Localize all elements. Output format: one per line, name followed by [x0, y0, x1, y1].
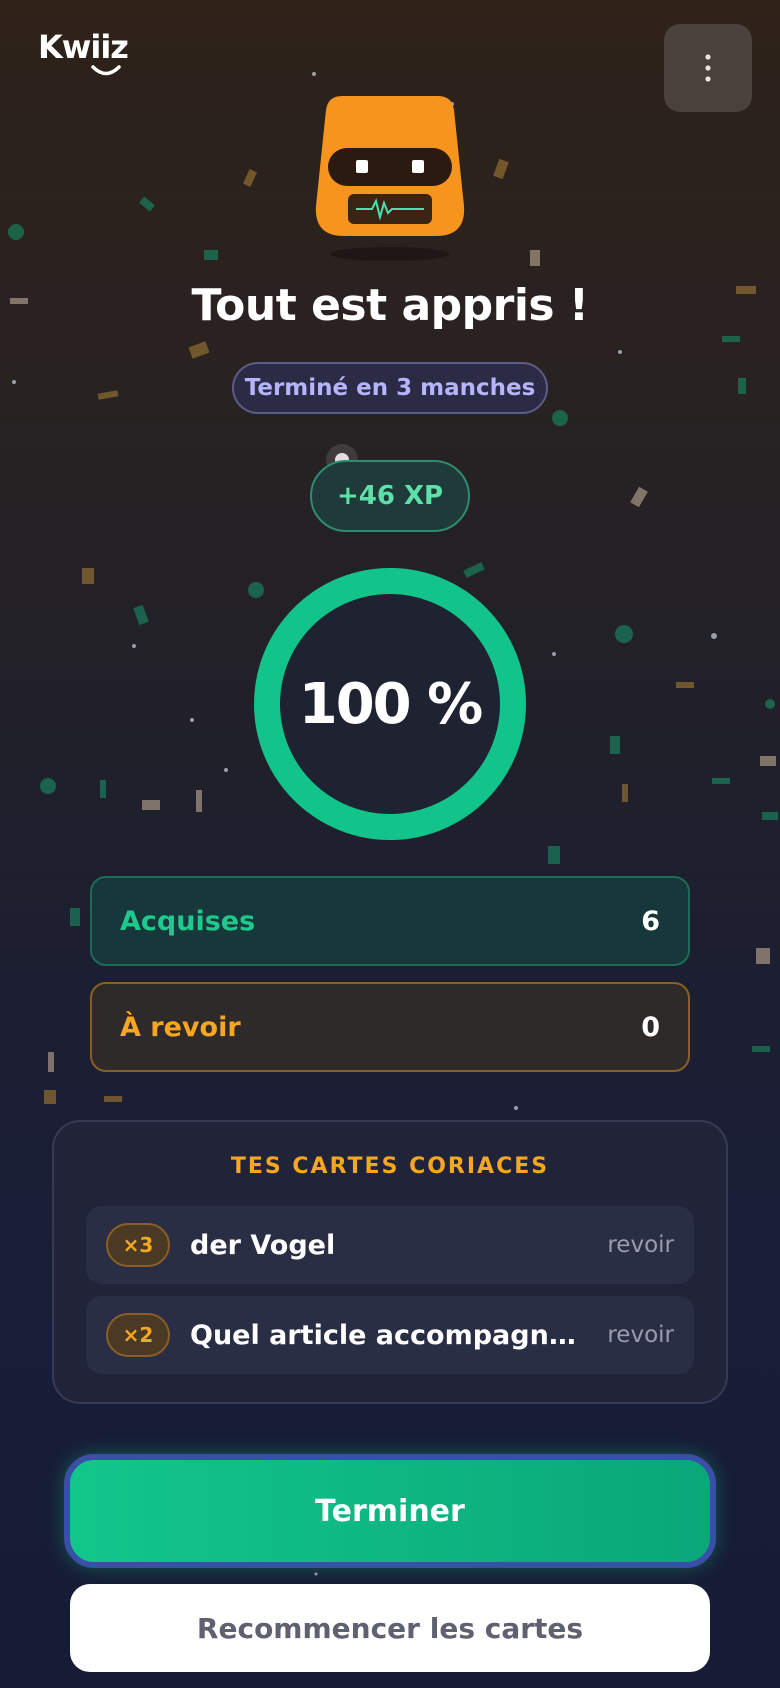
hard-card-row[interactable]: ×2 Quel article accompagne « K… revoir — [86, 1296, 694, 1374]
hard-card-text: Quel article accompagne « K… — [190, 1319, 587, 1351]
review-cards-stat: À revoir 0 — [90, 982, 690, 1072]
finish-button[interactable]: Terminer — [64, 1454, 716, 1568]
rounds-label: Terminé en 3 manches — [244, 375, 536, 401]
miss-count-badge: ×2 — [106, 1313, 170, 1357]
known-label: Acquises — [120, 905, 256, 937]
restart-cards-button[interactable]: Recommencer les cartes — [70, 1584, 710, 1672]
more-vertical-icon — [705, 54, 711, 82]
robot-mascot-icon — [315, 96, 465, 261]
review-link[interactable]: revoir — [607, 1232, 674, 1258]
review-label: À revoir — [120, 1011, 241, 1043]
hard-cards-title: TES CARTES CORIACES — [230, 1154, 550, 1179]
known-cards-stat: Acquises 6 — [90, 876, 690, 966]
miss-count-badge: ×3 — [106, 1223, 170, 1267]
smile-icon — [91, 65, 121, 76]
more-menu-button[interactable] — [664, 24, 752, 112]
xp-label: +46 XP — [336, 481, 444, 511]
review-value: 0 — [641, 1011, 660, 1043]
score-percentage: 100 % — [298, 671, 484, 737]
hard-card-row[interactable]: ×3 der Vogel revoir — [86, 1206, 694, 1284]
xp-badge: +46 XP — [310, 460, 470, 532]
rounds-badge: Terminé en 3 manches — [232, 362, 548, 414]
review-link[interactable]: revoir — [607, 1322, 674, 1348]
hard-cards-panel: TES CARTES CORIACES ×3 der Vogel revoir … — [52, 1120, 728, 1404]
hard-card-text: der Vogel — [190, 1229, 336, 1261]
result-title: Tout est appris ! — [191, 280, 590, 331]
logo-text: Kwiiz — [38, 28, 129, 66]
known-value: 6 — [641, 905, 660, 937]
app-logo: Kwiiz — [38, 28, 138, 76]
